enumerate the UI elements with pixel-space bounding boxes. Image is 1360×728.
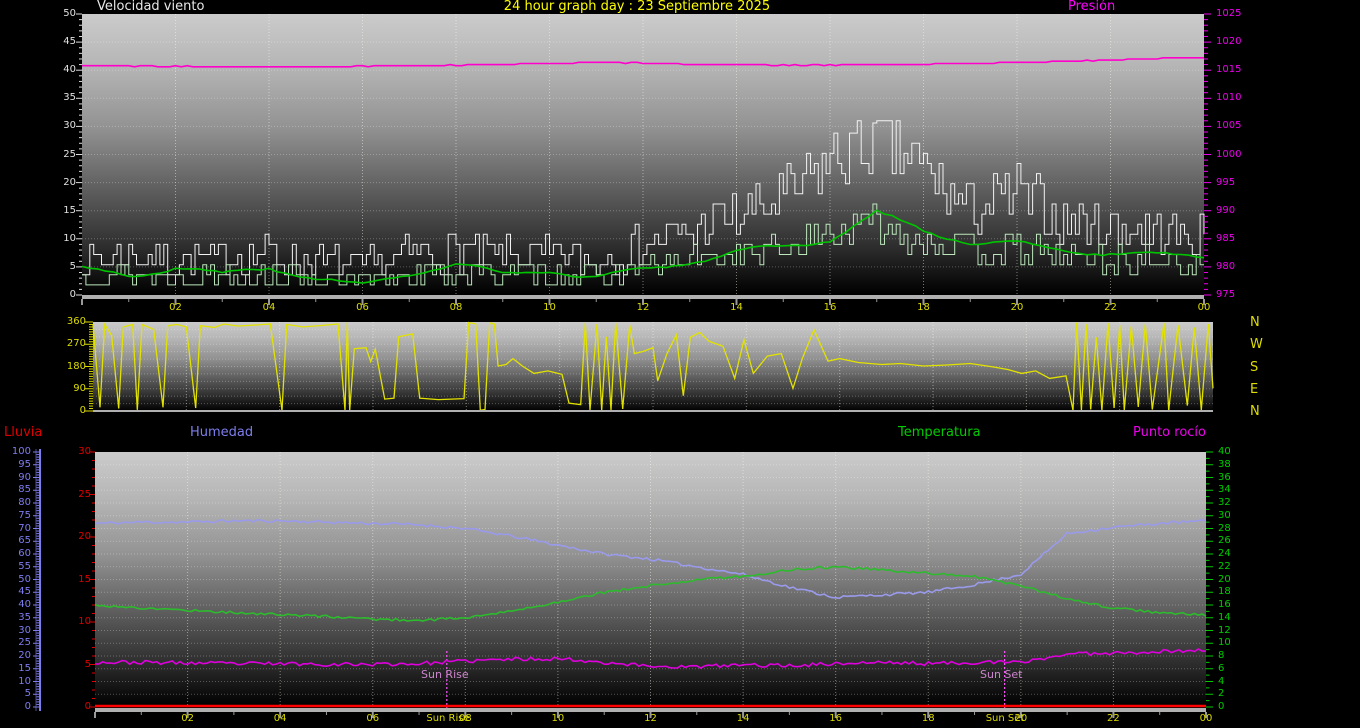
weather-graph-page: Velocidad viento 24 hour graph day : 23 … <box>0 0 1360 728</box>
dew-point-title: Punto rocío <box>1133 426 1206 439</box>
chart-canvas <box>0 0 1360 728</box>
pressure-title: Presión <box>1068 0 1115 13</box>
humidity-title: Humedad <box>190 426 253 439</box>
series-line <box>95 520 1206 599</box>
temperature-title: Temperatura <box>898 426 981 439</box>
wind-speed-title: Velocidad viento <box>97 0 204 13</box>
rain-title: Lluvia <box>4 426 42 439</box>
page-title: 24 hour graph day : 23 Septiembre 2025 <box>437 0 837 13</box>
